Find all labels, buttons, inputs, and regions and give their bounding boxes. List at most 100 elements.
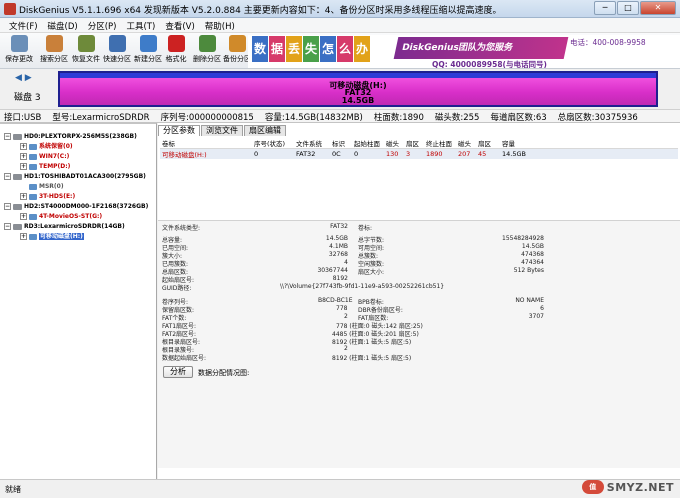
- expand-icon[interactable]: +: [20, 233, 27, 240]
- watermark: 值 SMYZ.NET: [581, 479, 674, 495]
- col-volume-label: 卷标: [160, 138, 252, 149]
- menu-help[interactable]: 帮助(H): [202, 18, 242, 32]
- disk-heads: 磁头数:255: [434, 113, 480, 123]
- analyze-button[interactable]: 分析: [163, 366, 193, 378]
- next-disk-icon[interactable]: ▶: [25, 73, 32, 83]
- watermark-text: SMYZ.NET: [606, 480, 674, 494]
- backup-icon: [228, 35, 246, 52]
- quick-partition-icon: [108, 35, 126, 52]
- menu-file[interactable]: 文件(F): [6, 18, 45, 32]
- disk-total-sectors: 总扇区数:30375936: [557, 113, 638, 123]
- format-icon: [167, 35, 185, 52]
- cell-start-head: 130: [384, 148, 404, 159]
- disk-cylinders: 柱面数:1890: [373, 113, 424, 123]
- fs-fat-sectors-label: FAT扇区数:: [358, 315, 389, 322]
- fs-cluster-size-value: 32768: [328, 251, 348, 258]
- new-partition-button[interactable]: 新建分区: [133, 35, 163, 64]
- fs-used-clusters-value: 4: [344, 259, 348, 266]
- fs-volume-label-label: 卷标:: [358, 225, 373, 232]
- tree-disk-hd0[interactable]: − HD0:PLEXTORPX-256M5S(238GB): [4, 132, 137, 142]
- fs-fat-sectors-value: 3707: [528, 313, 544, 320]
- banner-tile: 办: [354, 36, 370, 62]
- banner-tile: 丢: [286, 36, 302, 62]
- close-button[interactable]: ✕: [640, 1, 676, 15]
- disk-icon: [13, 173, 22, 180]
- tree-disk-hd2[interactable]: − HD2:ST4000DM000-1F2168(3726GB): [4, 202, 148, 212]
- tree-partition[interactable]: +4T-MovieOS-ST(G:): [20, 212, 102, 222]
- col-filesystem: 文件系统: [294, 138, 330, 149]
- tab-partition-params[interactable]: 分区参数: [158, 125, 200, 136]
- partition-icon: [29, 233, 37, 240]
- status-bar: 就绪 值 SMYZ.NET: [0, 479, 680, 498]
- cell-end-sector: 45: [476, 148, 500, 159]
- partition-usage-strip: [60, 73, 656, 78]
- fs-volume-serial-value: B8CD-BC1E: [318, 297, 353, 304]
- tree-partition[interactable]: + TEMP(D:): [20, 162, 70, 172]
- banner-phone: 电话：400-008-9958: [570, 38, 646, 47]
- fs-fat-count-value: 2: [344, 313, 348, 320]
- maximize-button[interactable]: □: [617, 1, 639, 15]
- disk-interface: 接口:USB: [4, 113, 42, 123]
- fs-start-sector-value: 8192: [332, 275, 348, 282]
- partition-icon: [29, 183, 37, 190]
- delete-icon: [198, 35, 216, 52]
- delete-partition-button[interactable]: 删除分区: [192, 35, 222, 64]
- search-partition-button[interactable]: 搜索分区: [39, 35, 69, 64]
- expand-icon[interactable]: +: [20, 213, 27, 220]
- fs-data-start-value: 8192 (柱面:1 磁头:5 扇区:5): [332, 355, 412, 362]
- disk-info-bar: 接口:USB 型号:LexarmicroSDRDR 序列号:0000000008…: [0, 109, 680, 123]
- quick-partition-button[interactable]: 快速分区: [102, 35, 132, 64]
- collapse-icon[interactable]: −: [4, 203, 11, 210]
- collapse-icon[interactable]: −: [4, 133, 11, 140]
- tree-partition-selected[interactable]: + 可移动磁盘(H:): [20, 232, 84, 242]
- tree-partition[interactable]: + WIN7(C:): [20, 152, 69, 162]
- tree-partition[interactable]: MSR(0): [29, 182, 64, 192]
- banner-qq: QQ: 4000089958(与电话同号): [432, 60, 547, 68]
- banner-tile: 数: [252, 36, 268, 62]
- window-controls: ─ □ ✕: [594, 1, 676, 15]
- disk-tree: − HD0:PLEXTORPX-256M5S(238GB) + 系统保留(0) + W…: [0, 123, 157, 479]
- collapse-icon[interactable]: −: [4, 223, 11, 230]
- filesystem-details: 文件系统类型: FAT32 总容量: 14.5GB 已用空间: 4.1MB 簇大…: [158, 220, 680, 468]
- tab-browse-files[interactable]: 浏览文件: [201, 125, 243, 136]
- menu-disk[interactable]: 磁盘(D): [45, 18, 85, 32]
- cell-end-head: 207: [456, 148, 476, 159]
- menu-partition[interactable]: 分区(P): [85, 18, 124, 32]
- recover-files-button[interactable]: 恢复文件: [71, 35, 101, 64]
- banner-tile: 怎: [320, 36, 336, 62]
- menu-bar: 文件(F) 磁盘(D) 分区(P) 工具(T) 查看(V) 帮助(H): [0, 18, 680, 33]
- expand-icon[interactable]: +: [20, 153, 27, 160]
- menu-tools[interactable]: 工具(T): [123, 18, 162, 32]
- disk-sectors-per-track: 每道扇区数:63: [490, 113, 547, 123]
- format-button[interactable]: 格式化: [161, 35, 191, 64]
- partition-icon: [29, 143, 37, 150]
- collapse-icon[interactable]: −: [4, 173, 11, 180]
- partition-block-size: 14.5GB: [341, 96, 375, 105]
- menu-view[interactable]: 查看(V): [162, 18, 201, 32]
- cell-capacity: 14.5GB: [500, 148, 540, 159]
- banner-tile: 据: [269, 36, 285, 62]
- minimize-button[interactable]: ─: [594, 1, 616, 15]
- expand-icon[interactable]: +: [20, 163, 27, 170]
- save-changes-button[interactable]: 保存更改: [4, 35, 34, 64]
- expand-icon[interactable]: +: [20, 193, 27, 200]
- prev-disk-icon[interactable]: ◀: [15, 73, 22, 83]
- cell-id: 0C: [330, 148, 352, 159]
- partition-block[interactable]: 可移动磁盘(H:) FAT32 14.5GB: [58, 71, 658, 107]
- fs-total-bytes-value: 15548284928: [502, 235, 544, 242]
- cell-filesystem: FAT32: [294, 148, 330, 159]
- tree-disk-rd3[interactable]: − RD3:LexarmicroSDRDR(14GB): [4, 222, 125, 232]
- col-end-cyl: 终止柱面: [424, 138, 456, 149]
- tree-disk-hd1[interactable]: − HD1:TOSHIBADT01ACA300(2795GB): [4, 172, 146, 182]
- fs-used-space-value: 4.1MB: [329, 243, 348, 250]
- disk-nav: ◀ ▶: [15, 73, 32, 83]
- col-index: 序号(状态): [252, 138, 294, 149]
- expand-icon[interactable]: +: [20, 143, 27, 150]
- fs-guid-path-label: GUID路径:: [162, 285, 192, 292]
- tree-partition[interactable]: +3T-HDS(E:): [20, 192, 75, 202]
- table-row[interactable]: 可移动磁盘(H:) 0 FAT32 0C 0 130 3 1890 207 45…: [160, 148, 678, 159]
- tab-sector-edit[interactable]: 扇区编辑: [244, 125, 286, 136]
- fs-data-start-label: 数据起始扇区号:: [162, 355, 207, 362]
- app-icon: [4, 3, 16, 15]
- tree-partition[interactable]: + 系统保留(0): [20, 142, 73, 152]
